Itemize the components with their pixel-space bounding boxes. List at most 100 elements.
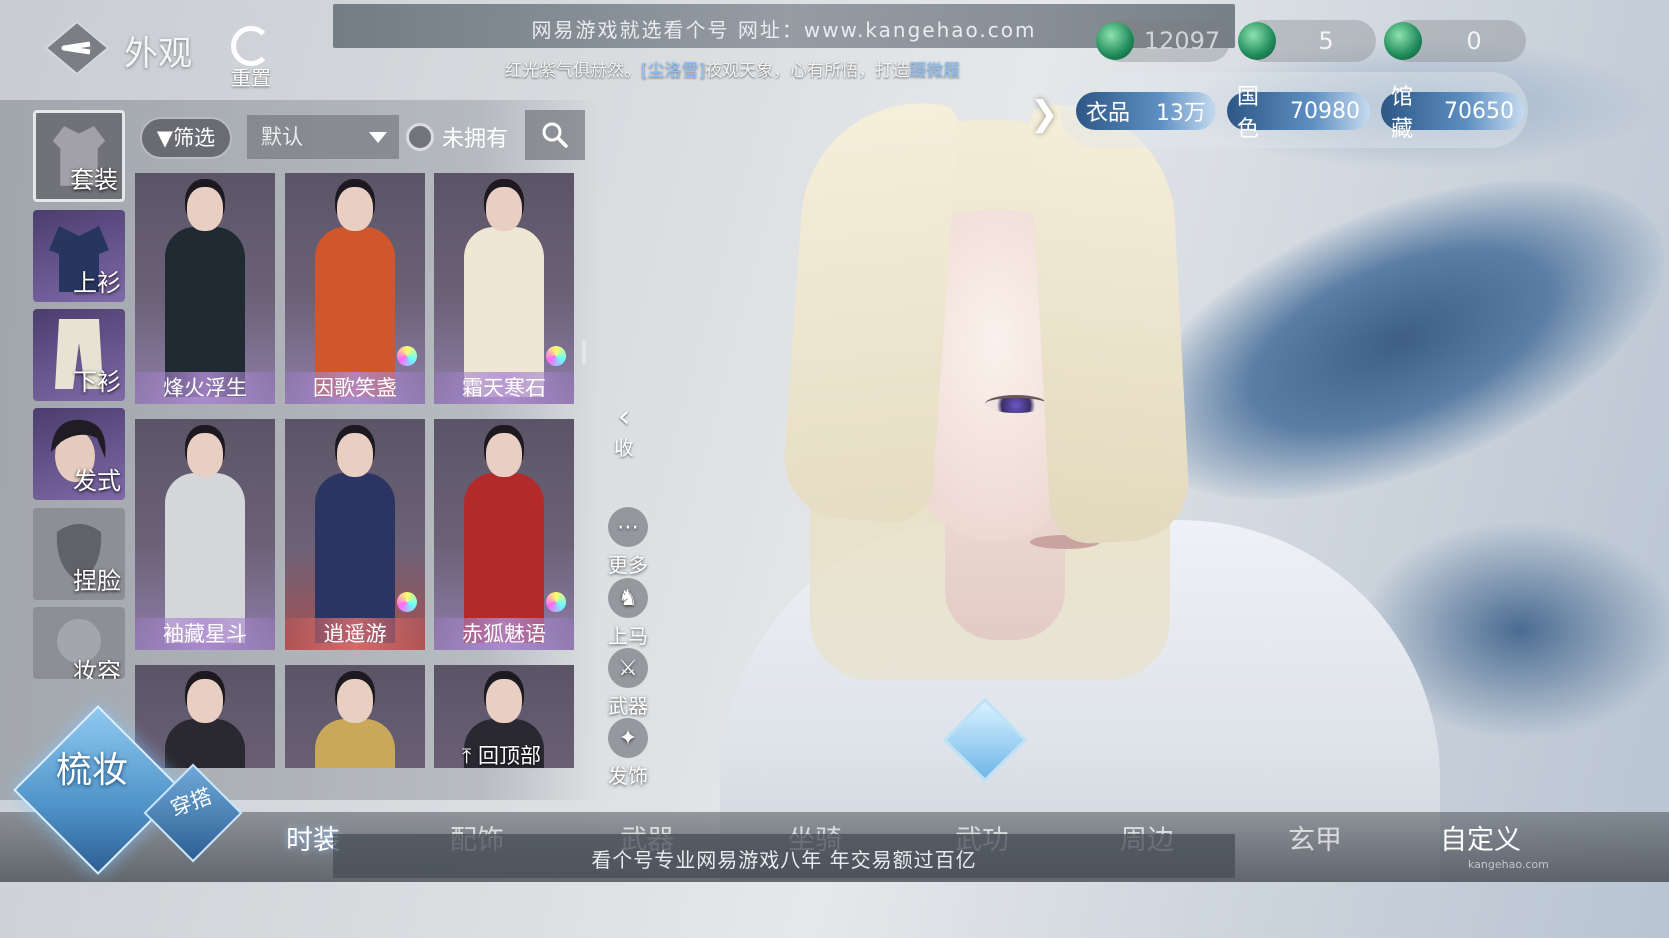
dye-orb-icon <box>397 346 417 366</box>
category-tab-outfit[interactable]: 套装 <box>33 110 125 202</box>
hairpin-icon: ✦ <box>606 716 650 760</box>
back-to-top-label: 回顶部 <box>477 744 541 768</box>
category-tab-makeup[interactable]: 妆容 <box>33 607 125 679</box>
outfit-preview-image <box>315 187 395 397</box>
currency-value: 12097 <box>1143 27 1221 55</box>
category-label: 套装 <box>70 166 118 194</box>
currency-value: 0 <box>1466 27 1482 55</box>
category-label: 发式 <box>73 467 121 495</box>
stat-beauty[interactable]: 国色 70980 <box>1227 85 1370 142</box>
chevron-down-icon <box>369 132 387 143</box>
outfit-preview-head <box>337 679 373 723</box>
broadcast-player-name[interactable]: [尘洛雪] <box>641 61 705 81</box>
outfit-preview-image <box>464 433 544 643</box>
reset-icon <box>231 26 271 66</box>
outfit-preview-head <box>486 187 522 231</box>
category-tab-top[interactable]: 上衫 <box>33 210 125 302</box>
category-label: 下衫 <box>73 368 121 396</box>
outfit-card[interactable]: 烽火浮生 <box>135 173 275 404</box>
outfit-card[interactable]: 逍遥游 <box>285 419 425 650</box>
outfit-preview-head <box>486 679 522 723</box>
back-to-top-button[interactable]: ⤒ 回顶部 <box>462 740 541 770</box>
watermark: kangehao.com <box>1468 858 1549 871</box>
outfit-preview-head <box>337 187 373 231</box>
hair-accessory-button[interactable]: ✦ 发饰 <box>600 716 656 789</box>
currency-jade-extra[interactable]: 0 <box>1384 20 1526 62</box>
funnel-icon: ▼ <box>156 126 174 150</box>
outfit-preview-image <box>315 679 395 768</box>
collapse-label: 收 <box>614 436 634 460</box>
category-tab-hair[interactable]: 发式 <box>33 408 125 500</box>
outfit-preview-head <box>187 679 223 723</box>
grid-scrollbar[interactable] <box>582 340 586 364</box>
broadcast-item[interactable]: 蹑微履 <box>909 61 960 81</box>
dye-orb-icon <box>546 346 566 366</box>
dye-orb-icon <box>397 592 417 612</box>
outfit-name: 因歌笑盏 <box>285 372 425 404</box>
collapse-panel-button[interactable]: ‹ 收 <box>606 400 642 461</box>
tab-armor[interactable]: 玄甲 <box>1288 818 1342 857</box>
weapon-button[interactable]: ⚔ 武器 <box>600 646 656 719</box>
broadcast-prefix: 红光紫气俱赫然。 <box>505 61 641 81</box>
outfit-card[interactable]: 因歌笑盏 <box>285 173 425 404</box>
unowned-toggle[interactable]: 未拥有 <box>406 121 508 153</box>
outfit-card[interactable]: 赤狐魅语 <box>434 419 574 650</box>
system-broadcast: 红光紫气俱赫然。[尘洛雪]夜观天象，心有所悟，打造蹑微履 <box>505 56 960 81</box>
broadcast-suffix: 夜观天象，心有所悟，打造 <box>705 61 910 81</box>
outfit-card[interactable] <box>135 665 275 768</box>
outfit-preview-head <box>337 433 373 477</box>
outfit-preview-image <box>464 187 544 397</box>
category-label: 捏脸 <box>73 567 121 595</box>
more-dots-icon: ⋯ <box>606 505 650 549</box>
bottom-ad-banner: 看个号专业网易游戏八年 年交易额过百亿 <box>333 834 1235 878</box>
tab-custom[interactable]: 自定义 <box>1440 818 1521 857</box>
expand-stats-icon[interactable]: ❯ <box>1030 94 1059 134</box>
outfit-card[interactable] <box>285 665 425 768</box>
character-model[interactable] <box>720 90 1440 880</box>
arrow-up-icon: ⤒ <box>462 744 472 768</box>
reset-button[interactable]: 重置 <box>222 26 280 90</box>
back-button[interactable] <box>42 18 112 78</box>
weapon-label: 武器 <box>608 694 648 718</box>
filter-button[interactable]: ▼筛选 <box>140 117 232 159</box>
outfit-card[interactable]: 霜天寒石 <box>434 173 574 404</box>
stat-collection[interactable]: 馆藏 70650 <box>1381 85 1524 142</box>
stat-value: 70650 <box>1444 98 1514 124</box>
category-label: 上衫 <box>73 269 121 297</box>
outfit-preview-image <box>165 433 245 643</box>
bottom-ad-text: 看个号专业网易游戏八年 年交易额过百亿 <box>591 848 977 872</box>
character-eye-left <box>985 395 1047 413</box>
sword-icon: ⚔ <box>606 646 650 690</box>
jade-coin-plus-icon <box>1238 22 1276 60</box>
category-tab-bottom[interactable]: 下衫 <box>33 309 125 401</box>
currency-jade[interactable]: 12097 <box>1096 20 1230 62</box>
outfit-preview-head <box>187 433 223 477</box>
outfit-preview-image <box>315 433 395 643</box>
tab-fashion[interactable]: 时装 <box>286 818 340 857</box>
outfit-name: 赤狐魅语 <box>434 618 574 650</box>
outfit-preview-image <box>165 187 245 397</box>
more-label: 更多 <box>608 553 648 577</box>
outfit-card[interactable]: 袖藏星斗 <box>135 419 275 650</box>
outfit-preview-body <box>165 719 245 768</box>
dressing-mode-label: 梳妆 <box>56 750 129 791</box>
chevron-left-icon: ‹ <box>617 397 631 435</box>
outfit-name: 逍遥游 <box>285 618 425 650</box>
dye-orb-icon <box>546 592 566 612</box>
currency-jade-bound[interactable]: 5 <box>1238 20 1376 62</box>
search-button[interactable] <box>525 110 585 160</box>
more-button[interactable]: ⋯ 更多 <box>600 505 656 578</box>
currency-value: 5 <box>1318 27 1334 55</box>
reset-label: 重置 <box>231 66 271 90</box>
stat-fashion[interactable]: 衣品 13万 <box>1076 92 1216 130</box>
outfit-name: 袖藏星斗 <box>135 618 275 650</box>
outfit-name: 烽火浮生 <box>135 372 275 404</box>
mount-button[interactable]: ♞ 上马 <box>600 576 656 649</box>
sort-value: 默认 <box>261 125 303 149</box>
category-tab-face[interactable]: 捏脸 <box>33 508 125 600</box>
sort-dropdown[interactable]: 默认 <box>247 115 399 159</box>
stat-label: 衣品 <box>1086 101 1131 126</box>
stat-value: 70980 <box>1290 98 1360 124</box>
hair-accessory-label: 发饰 <box>608 764 648 788</box>
back-arrow-icon <box>44 20 110 76</box>
